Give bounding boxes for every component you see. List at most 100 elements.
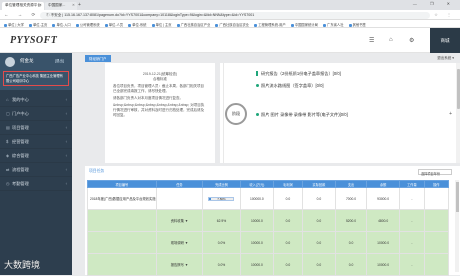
project-panel: 项目任务 选择项目年份 项目编号 任务 完成比例 收入(万元) 毛利润 实际回款… <box>85 166 460 276</box>
bookmark-item[interactable]: 公司管理系统 <box>75 22 100 27</box>
received-cell: 0.0 <box>301 231 337 254</box>
bookmark-item[interactable]: 工程管理系统-用户 <box>254 22 286 27</box>
notice-panel: 2019-12-21(统筹检查) 合格标准 各位项目负责，项目管理人员：截止本周… <box>105 63 215 163</box>
message-icon[interactable]: ☰ <box>369 37 374 44</box>
user-card: 何金龙 [退出] 广西广告产业中心科技 集团主业管理有限公司培训中心 <box>0 53 72 90</box>
browser-tab[interactable]: 中国国家... ✕ <box>45 2 77 10</box>
stage-circle: 阶段 <box>225 103 247 125</box>
navigation-icons[interactable]: ← → ⟳ <box>4 12 39 18</box>
app-header: PYYSOFT ☰ ⌂ ⚙ 商城 <box>0 28 460 53</box>
bookmarks-bar: 单位 | 大学 单位-主页 单位-入口 公司管理系统 单位-人员 单位-系统 单… <box>0 20 460 28</box>
table-row[interactable]: 2018年度(广西)数据应用产品及平台规划实施 7.80% 100000.0 0.0 0… <box>87 187 450 210</box>
timeline-item[interactable]: 研究报告（2份纸质1份电子盖章报告）[0/0] <box>256 71 341 77</box>
scrollbar[interactable] <box>455 180 459 272</box>
task-cell[interactable]: 资料收集 ▼ <box>155 209 204 232</box>
bookmark-item[interactable]: 单位 | 大学 <box>4 22 24 27</box>
scrollbar[interactable] <box>456 63 460 163</box>
column-header: 毛利润 <box>273 180 303 188</box>
column-header: 收入(万元) <box>239 180 275 188</box>
sidebar-item-my-center[interactable]: ⌂ 我的中心 ‹ <box>0 93 72 107</box>
new-tab-button[interactable]: + <box>78 2 81 8</box>
settings-icon[interactable]: ⚙ <box>409 37 414 44</box>
bookmark-icon <box>290 23 294 27</box>
main-content: 财经销门户 退出系统 ▾ 2019-12-21(统筹检查) 合格标准 各位项目负… <box>75 53 460 276</box>
task-cell[interactable] <box>155 187 204 210</box>
spend-cell: 0.0 <box>335 231 368 254</box>
sidebar-item-general[interactable]: ◈ 综合管理 ‹ <box>0 149 72 163</box>
notice-paragraph: &nbsp;&nbsp;&nbsp;&nbsp;&nbsp;&nbsp;&nbs… <box>113 103 205 117</box>
progress-cell: 62.9% <box>202 209 241 232</box>
task-cell[interactable]: 现场调研 ▼ <box>155 231 204 254</box>
gross-cell: 0.0 <box>273 187 303 210</box>
income-cell: 100000.0 <box>239 187 275 210</box>
browser-tab-active[interactable]: 单位管理相关资源平台 ✕ <box>2 2 44 10</box>
chevron-left-icon: ‹ <box>65 111 67 116</box>
table-row[interactable]: 资料收集 ▼ 62.9% 10000.0 0.0 0.0 5200.0 4800.0- <box>87 209 450 232</box>
sidebar-item-projects[interactable]: ▤ 项目管理 ‹ <box>0 121 72 135</box>
operations-cell[interactable] <box>423 187 450 210</box>
chevron-left-icon: ‹ <box>65 153 67 158</box>
timeline-item[interactable]: 照片 图片 录像带 录像带 影片等(电子文件)[0/0] <box>256 112 348 118</box>
bookmark-item[interactable]: 单位-人员 <box>104 22 123 27</box>
bookmark-item[interactable]: 单位-系统 <box>128 22 146 27</box>
column-header: 操作 <box>423 180 450 188</box>
bookmark-icon <box>104 23 108 27</box>
shop-icon[interactable]: ⌂ <box>389 37 393 43</box>
income-cell: 10000.0 <box>239 231 275 254</box>
timeline-item[interactable]: 照片流水路线图（签字盖章）[0/0] <box>256 83 324 89</box>
sidebar-menu: ⌂ 我的中心 ‹ ▢ 门户中心 ‹ ▤ 项目管理 ‹ $ 经营管理 ‹ ◈ 综合管理 ‹ ⇄ 流程管理… <box>0 93 72 191</box>
operations-cell[interactable] <box>423 253 450 276</box>
logout-link[interactable]: [退出] <box>55 59 64 64</box>
scrollbar-thumb[interactable] <box>455 182 459 212</box>
bookmark-icon <box>4 23 7 27</box>
work-cell: - <box>399 231 425 254</box>
close-icon[interactable]: ✕ <box>72 3 75 7</box>
bookmark-item[interactable]: 中国国家统计局 <box>290 22 318 27</box>
spend-cell: 0.0 <box>335 253 368 276</box>
timeline-divider <box>223 63 224 163</box>
year-select[interactable]: 选择项目年份 <box>418 169 452 176</box>
bookmark-item[interactable]: 单位 | 主页 <box>151 22 172 27</box>
status-bar-icon <box>256 71 258 77</box>
bookmark-item[interactable]: 广东省人社 <box>323 22 344 27</box>
bookmark-item[interactable]: 其他书签 <box>348 22 366 27</box>
bookmark-item[interactable]: 单位-主页 <box>29 22 47 27</box>
plus-icon[interactable]: + <box>449 111 452 117</box>
work-cell: - <box>399 187 425 210</box>
window-controls[interactable]: — ❐ ✕ <box>413 1 456 6</box>
bookmark-item[interactable]: 广西壮族自治区产业 <box>176 22 210 27</box>
table-header-row: 项目编号 任务 完成比例 收入(万元) 毛利润 实际回款 支出 余额 工作量 操… <box>87 180 450 188</box>
url-input[interactable]: ① 不安全 | 115.16.167.137:8081/pagenum.do?i… <box>40 11 430 19</box>
table-row[interactable]: 报告撰写 ▼ 0.0% 10000.0 0.0 0.0 0.0 10000.0- <box>87 253 450 276</box>
bookmark-icon <box>151 23 155 27</box>
sidebar-item-portal[interactable]: ▢ 门户中心 ‹ <box>0 107 72 121</box>
sidebar-item-attendance[interactable]: ◷ 考勤管理 ‹ <box>0 177 72 191</box>
chevron-left-icon: ‹ <box>65 125 67 130</box>
operations-cell[interactable] <box>423 209 450 232</box>
notice-paragraph: 各位项目负责，项目管理人员：截止本周，各部门相关项目已全部完成填报工作，请尽快处… <box>113 84 204 93</box>
sidebar-item-business[interactable]: $ 经营管理 ‹ <box>0 135 72 149</box>
progress-cell: 0.0% <box>202 231 241 254</box>
table-row[interactable]: 现场调研 ▼ 0.0% 10000.0 0.0 0.0 0.0 10000.0- <box>87 231 450 254</box>
tab-portal[interactable]: 财经销门户 <box>85 55 111 62</box>
task-cell[interactable]: 报告撰写 ▼ <box>155 253 204 276</box>
sidebar-item-workflow[interactable]: ⇄ 流程管理 ‹ <box>0 163 72 177</box>
avatar[interactable] <box>5 57 15 67</box>
bookmark-item[interactable]: 单位-入口 <box>52 22 71 27</box>
bookmark-icon <box>75 23 79 27</box>
operations-cell[interactable] <box>423 231 450 254</box>
close-icon[interactable]: ✕ <box>39 3 42 7</box>
bookmark-icon <box>29 23 33 27</box>
notice-subtitle: 合格标准 <box>153 77 167 81</box>
logout-dropdown[interactable]: 退出系统 ▾ <box>437 56 454 61</box>
project-table: 项目编号 任务 完成比例 收入(万元) 毛利润 实际回款 支出 余额 工作量 操… <box>87 180 450 276</box>
bookmark-item[interactable]: 广西壮族自治区农业 <box>215 22 249 27</box>
bookmark-icon <box>348 23 352 27</box>
chevron-left-icon: ‹ <box>65 97 67 102</box>
extension-icons[interactable]: ☆ ⋮ <box>434 12 455 17</box>
scrollbar-thumb[interactable] <box>456 69 460 109</box>
progress-cell: 0.0% <box>202 253 241 276</box>
mall-link[interactable]: 商城 <box>430 28 460 53</box>
project-name-cell <box>87 253 157 276</box>
bookmark-icon <box>323 23 327 27</box>
